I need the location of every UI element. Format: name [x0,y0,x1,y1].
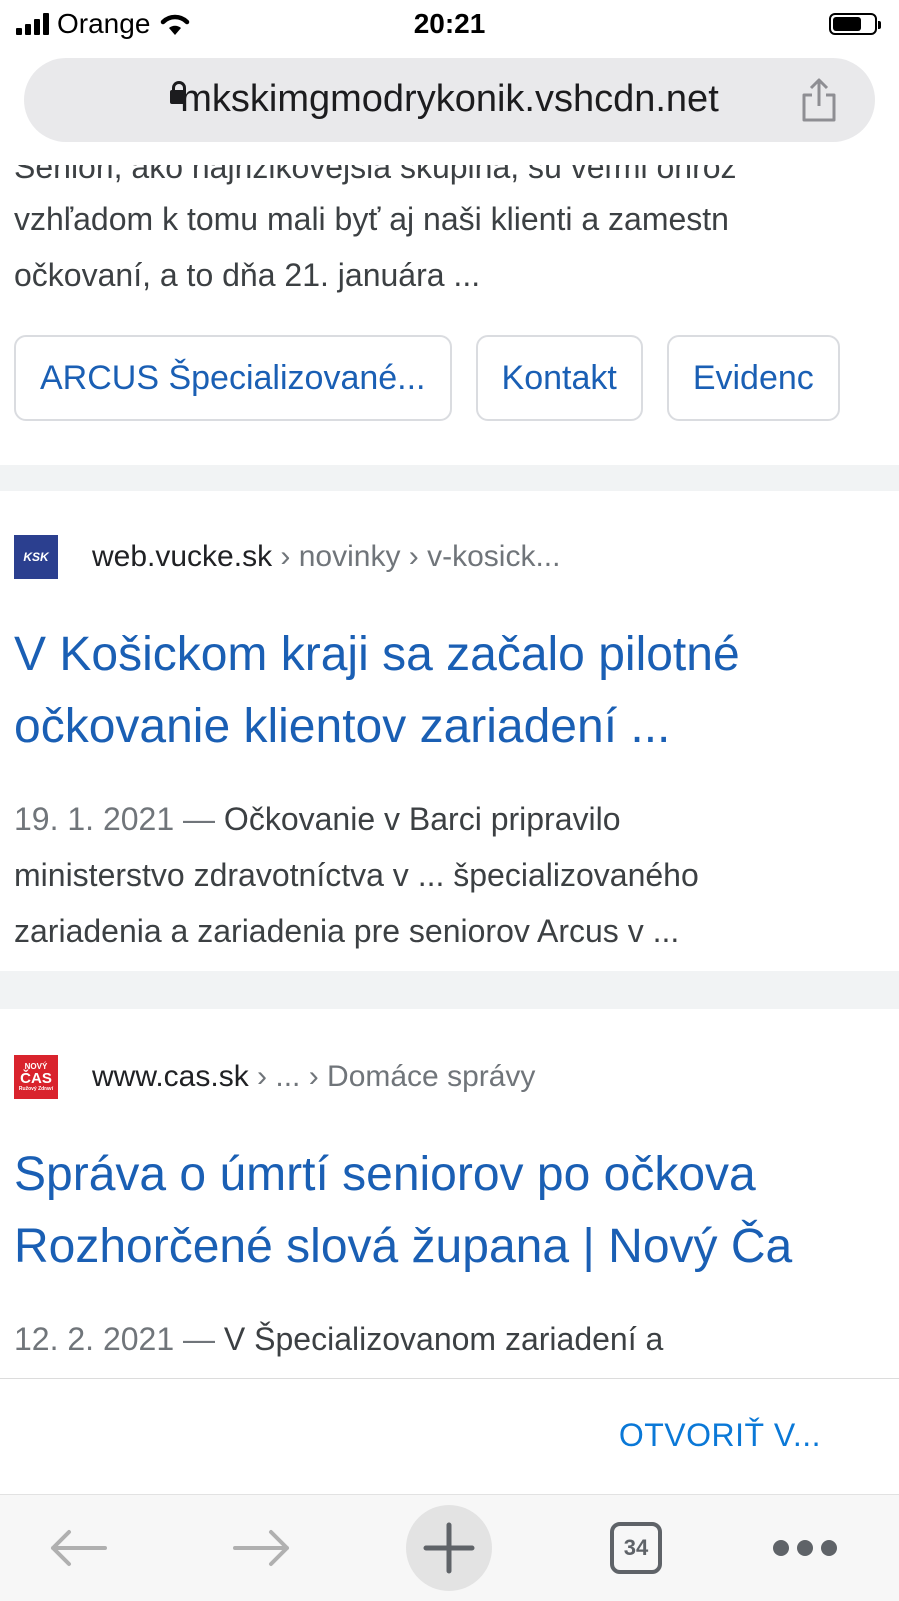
status-bar: Orange 20:21 [0,0,899,50]
battery-icon [829,13,881,35]
search-results: Seniori, ako najrizikovejšia skupina, sú… [0,165,899,1378]
result-snippet: 12. 2. 2021 — V Špecializovanom zariaden… [14,1321,664,1357]
site-favicon: KSK [14,535,58,579]
browser-toolbar: 34 [0,1494,899,1601]
sitelink-kontakt[interactable]: Kontakt [475,335,643,421]
result-title[interactable]: V Košickom kraji sa začalo pilotné [14,619,740,691]
site-domain: www.cas.sk [92,1060,249,1093]
more-icon [773,1540,837,1556]
result-snippet: 19. 1. 2021 — Očkovanie v Barci pripravi… [14,801,621,837]
result-card: NOVÝ ČAS Ružový Zdraví www.cas.sk › ... … [0,1009,899,1378]
site-domain: web.vucke.sk [92,540,273,573]
result-date: 19. 1. 2021 — [14,801,224,837]
result-date: 12. 2. 2021 — [14,1321,224,1357]
result-card: Seniori, ako najrizikovejšia skupina, sú… [0,165,899,465]
site-path: › ... › Domáce správy [248,1060,536,1093]
open-in-banner: OTVORIŤ V... [0,1378,899,1493]
result-title[interactable]: Rozhorčené slová župana | Nový Ča [14,1211,792,1283]
share-icon[interactable] [799,76,839,124]
result-snippet: vzhľadom k tomu mali byť aj naši klienti… [14,201,729,237]
result-snippet: zariadenia a zariadenia pre seniorov Arc… [14,913,680,949]
tabs-button[interactable]: 34 [608,1495,664,1601]
open-in-button[interactable]: OTVORIŤ V... [619,1417,821,1454]
status-time: 20:21 [413,8,486,39]
result-source[interactable]: KSK web.vucke.sk › novinky › v-kosick... [14,535,560,579]
sitelinks: ARCUS Špecializované... Kontakt Evidenc [14,335,840,421]
url-text[interactable]: mkskimgmodrykonik.vshcdn.net [24,78,875,121]
sitelink-evidencia[interactable]: Evidenc [666,335,840,421]
address-bar[interactable]: mkskimgmodrykonik.vshcdn.net [24,58,875,142]
tab-count: 34 [610,1522,662,1574]
result-title[interactable]: očkovanie klientov zariadení ... [14,691,670,763]
site-favicon: NOVÝ ČAS Ružový Zdraví [14,1055,58,1099]
new-tab-button[interactable] [406,1495,492,1601]
arrow-right-icon [233,1530,289,1566]
forward-button[interactable] [224,1495,300,1601]
more-menu-button[interactable] [770,1495,840,1601]
result-title[interactable]: Správa o úmrtí seniorov po očkova [14,1139,756,1211]
plus-icon [423,1522,475,1574]
result-snippet: očkovaní, a to dňa 21. januára ... [14,257,481,293]
site-path: › novinky › v-kosick... [272,540,561,573]
result-card: KSK web.vucke.sk › novinky › v-kosick...… [0,491,899,971]
result-source[interactable]: NOVÝ ČAS Ružový Zdraví www.cas.sk › ... … [14,1055,535,1099]
arrow-left-icon [51,1530,107,1566]
sitelink-arcus[interactable]: ARCUS Špecializované... [14,335,452,421]
result-snippet: ministerstvo zdravotníctva v ... špecial… [14,857,699,893]
back-button[interactable] [40,1495,116,1601]
